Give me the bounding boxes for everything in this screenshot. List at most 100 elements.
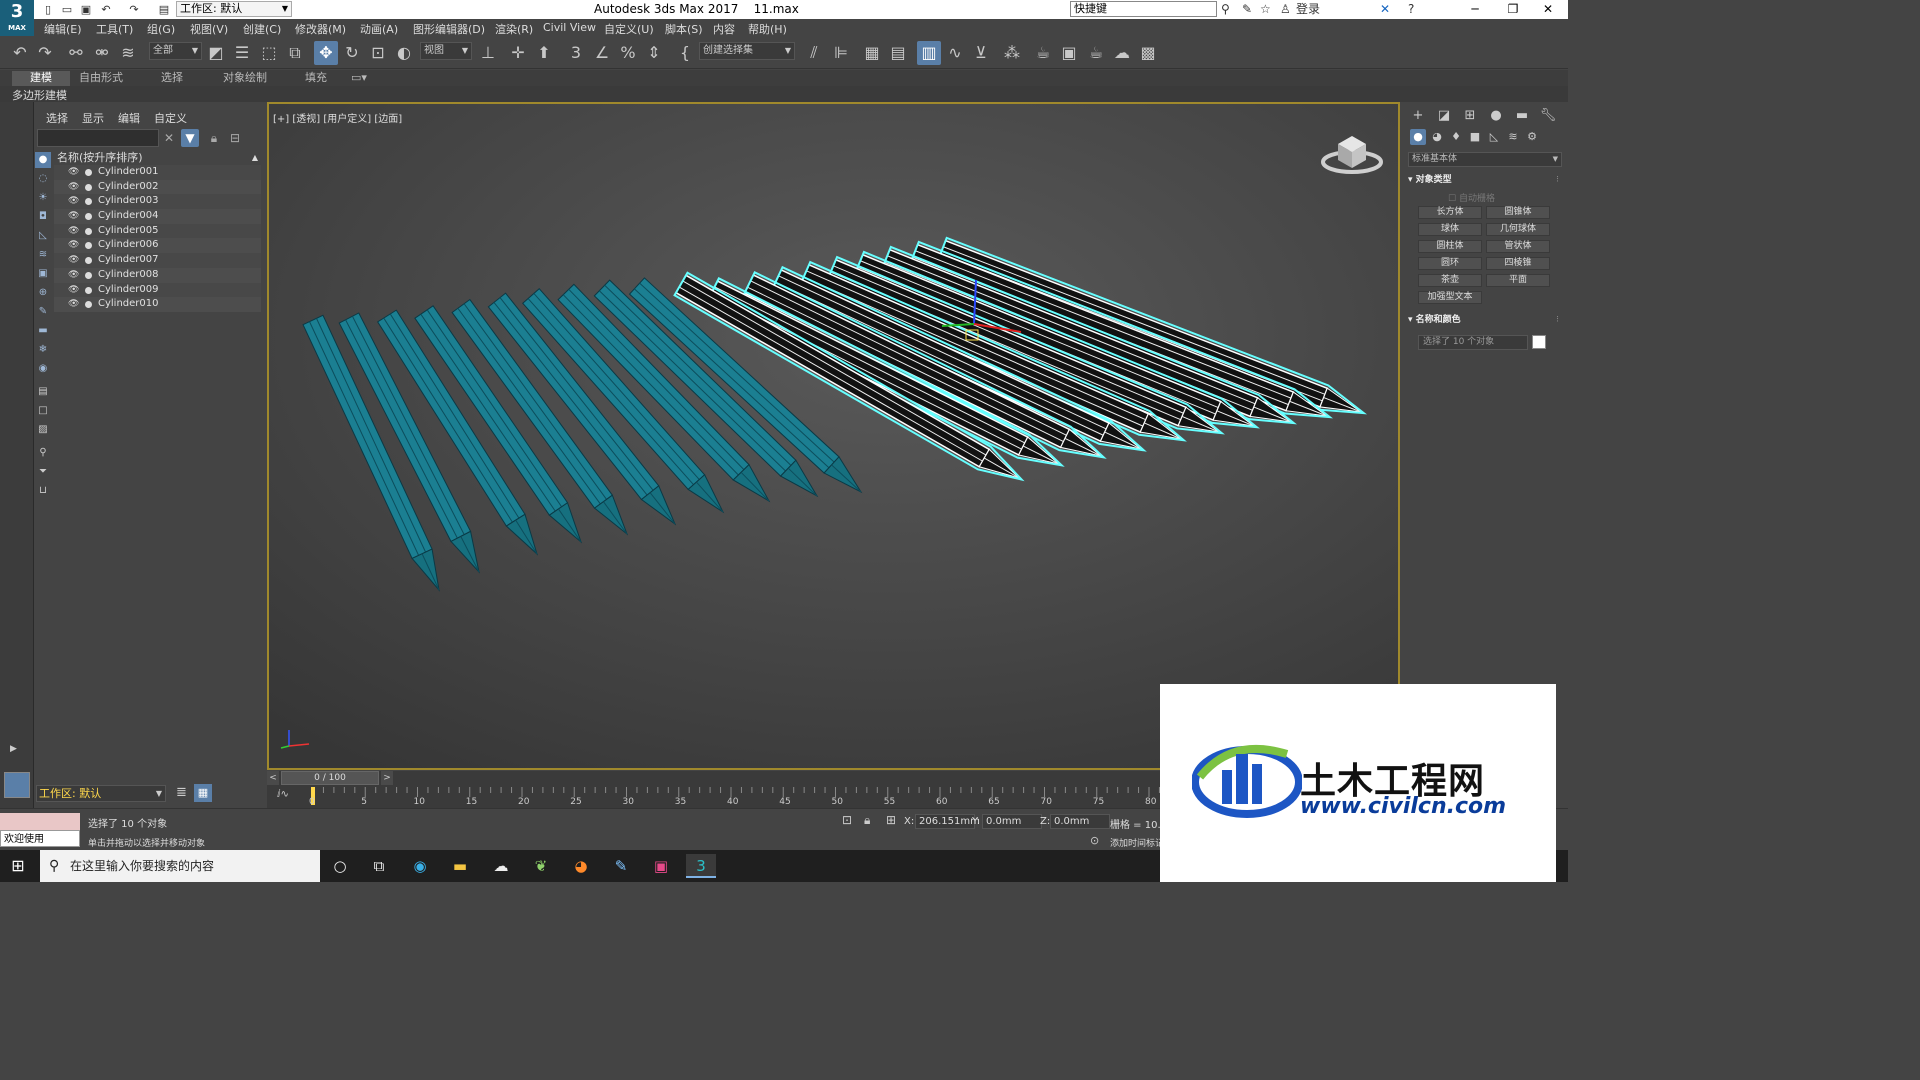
spacewarps-category-icon[interactable]: ≋ (1505, 129, 1521, 145)
time-slider-thumb[interactable]: 0 / 100 (281, 771, 379, 785)
menu-edit[interactable]: 编辑(E) (44, 21, 82, 37)
menu-rendering[interactable]: 渲染(R) (495, 21, 533, 37)
geometry-dot-icon[interactable] (85, 213, 92, 221)
geometry-dot-icon[interactable] (85, 301, 92, 309)
new-file-icon[interactable]: ▯ (40, 2, 56, 17)
time-next-icon[interactable]: > (381, 771, 393, 785)
menu-customize[interactable]: 自定义(U) (604, 21, 654, 37)
display-groups-icon[interactable]: ▣ (35, 266, 51, 282)
firefox-icon[interactable]: ◕ (566, 854, 596, 878)
login-link[interactable]: 登录 (1296, 2, 1320, 17)
name-column-header[interactable]: 名称(按升序排序) ▲ (54, 151, 261, 165)
name-and-color-rollout[interactable]: ▾ 名称和颜色 ⁝ (1408, 313, 1562, 328)
menu-views[interactable]: 视图(V) (190, 21, 228, 37)
eye-icon[interactable]: 👁︎ (68, 165, 79, 180)
app-parrot-icon[interactable]: ❦ (526, 854, 556, 878)
time-tag-icon[interactable]: ⊙ (1090, 834, 1099, 847)
expand-arrow-icon[interactable]: ▶ (10, 744, 17, 754)
redo-icon[interactable]: ↷ (126, 2, 142, 17)
object-type-rollout[interactable]: ▾ 对象类型 ⁝ (1408, 173, 1562, 188)
lock-icon[interactable]: 🔒︎ (205, 129, 223, 147)
mirror-icon[interactable]: ⫽ (802, 41, 826, 65)
tab-selection[interactable]: 选择 (150, 71, 194, 86)
rendered-frame-window-icon[interactable]: ▣ (1057, 41, 1081, 65)
list-item[interactable]: 👁︎ Cylinder001 (54, 165, 261, 180)
notepad-icon[interactable]: ✎ (606, 854, 636, 878)
menu-create[interactable]: 创建(C) (243, 21, 281, 37)
undo-icon[interactable]: ↶ (98, 2, 114, 17)
list-item[interactable]: 👁︎ Cylinder008 (54, 267, 261, 283)
menu-content[interactable]: 内容 (713, 21, 735, 37)
display-invert-icon[interactable]: ▨ (35, 422, 51, 438)
pivot-center-icon[interactable]: ⊥ (476, 41, 500, 65)
motion-tab-icon[interactable]: ● (1486, 106, 1506, 126)
bind-space-warp-icon[interactable]: ≋ (116, 41, 140, 65)
create-tab-icon[interactable]: + (1408, 106, 1428, 126)
display-shapes-icon[interactable]: ◌ (35, 171, 51, 187)
edge-browser-icon[interactable]: ◉ (405, 854, 435, 878)
viewport-layout-icon[interactable] (4, 772, 30, 798)
explorer-menu-edit[interactable]: 编辑 (118, 110, 140, 126)
a360-gallery-icon[interactable]: ▩ (1136, 41, 1160, 65)
display-cameras-icon[interactable]: ◘ (35, 209, 51, 225)
modify-tab-icon[interactable]: ◪ (1434, 106, 1454, 126)
workspace-dropdown[interactable]: 工作区: 默认 ▼ (176, 1, 292, 17)
menu-animation[interactable]: 动画(A) (360, 21, 398, 37)
eye-icon[interactable]: 👁︎ (68, 194, 79, 209)
help-icon[interactable]: ? (1408, 2, 1414, 17)
menu-group[interactable]: 组(G) (147, 21, 175, 37)
time-prev-icon[interactable]: < (267, 771, 279, 785)
cortana-icon[interactable]: ○ (325, 854, 355, 878)
menu-civil-view[interactable]: Civil View (543, 21, 596, 34)
ribbon-options-icon[interactable]: ▭▾ (348, 71, 370, 86)
user-icon[interactable]: ♙ (1280, 2, 1291, 17)
polygon-modeling-label[interactable]: 多边形建模 (12, 87, 67, 103)
menu-graph-editors[interactable]: 图形编辑器(D) (413, 21, 485, 37)
geometry-dot-icon[interactable] (85, 169, 92, 176)
schematic-view-icon[interactable]: ⊻ (969, 41, 993, 65)
geometry-dot-icon[interactable] (85, 286, 92, 294)
explorer-menu-select[interactable]: 选择 (46, 110, 68, 126)
display-lights-icon[interactable]: ☀ (35, 190, 51, 206)
pyramid-button[interactable]: 四棱锥 (1486, 257, 1550, 270)
viewport-label[interactable]: [+] [透视] [用户定义] [边面] (273, 110, 402, 125)
systems-category-icon[interactable]: ⚙ (1524, 129, 1540, 145)
select-object-icon[interactable]: ◩ (204, 41, 228, 65)
filter-icon[interactable]: ▼ (181, 129, 199, 147)
shapes-category-icon[interactable]: ◕ (1429, 129, 1445, 145)
layer-explorer-icon[interactable]: ▤ (886, 41, 910, 65)
keyboard-shortcut-override-icon[interactable]: ⬆ (532, 41, 556, 65)
material-editor-icon[interactable]: ⁂ (1000, 41, 1024, 65)
maxscript-mini-listener[interactable]: 欢迎使用 MAXSc (0, 830, 80, 862)
menu-tools[interactable]: 工具(T) (96, 21, 133, 37)
app-media-icon[interactable]: ▣ (646, 854, 676, 878)
bracket-icon[interactable]: ⊔ (35, 483, 51, 499)
geometry-type-dropdown[interactable]: 标准基本体 ▼ (1408, 152, 1562, 167)
tab-populate[interactable]: 填充 (296, 71, 336, 86)
box-button[interactable]: 长方体 (1418, 206, 1482, 219)
geometry-dot-icon[interactable] (85, 183, 92, 191)
list-item[interactable]: 👁︎ Cylinder005 (54, 223, 261, 239)
geometry-dot-icon[interactable] (85, 242, 92, 250)
menu-help[interactable]: 帮助(H) (748, 21, 787, 37)
list-item[interactable]: 👁︎ Cylinder002 (54, 179, 261, 195)
explorer-workspace-dropdown[interactable]: 工作区: 默认 ▼ (36, 785, 166, 802)
absolute-offset-mode-icon[interactable]: ⊞ (886, 813, 896, 827)
object-name-field[interactable]: 选择了 10 个对象 (1418, 335, 1528, 350)
hierarchy-tab-icon[interactable]: ⊞ (1460, 106, 1480, 126)
maxscript-listener-input[interactable] (0, 813, 80, 830)
torus-button[interactable]: 圆环 (1418, 257, 1482, 270)
named-selection-set-dropdown[interactable]: 创建选择集 ▼ (699, 42, 795, 60)
app-logo[interactable]: 3 MAX (0, 0, 34, 36)
select-by-name-icon[interactable]: ☰ (230, 41, 254, 65)
viewcube[interactable] (1320, 130, 1384, 178)
snaps-toggle-icon[interactable]: 3 (564, 41, 588, 65)
z-coordinate-field[interactable]: 0.0mm (1050, 814, 1110, 829)
x-coordinate-field[interactable]: 206.151mm (915, 814, 980, 829)
lights-category-icon[interactable]: ♦ (1448, 129, 1464, 145)
list-item[interactable]: 👁︎ Cylinder003 (54, 194, 261, 210)
display-frozen-icon[interactable]: ❄ (35, 342, 51, 358)
list-item[interactable]: 👁︎ Cylinder010 (54, 297, 261, 312)
taskbar-search-input[interactable]: ⚲ 在这里输入你要搜索的内容 (40, 850, 320, 882)
perspective-viewport[interactable]: [+] [透视] [用户定义] [边面] (267, 102, 1400, 770)
